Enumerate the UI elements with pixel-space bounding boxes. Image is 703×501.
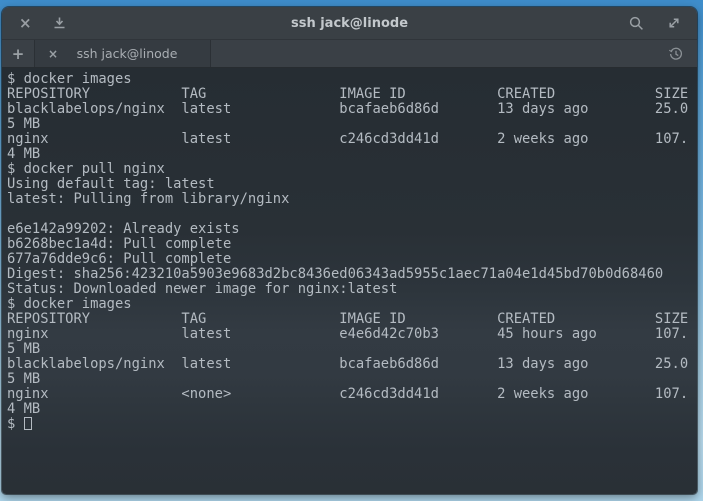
search-icon[interactable] [629,16,644,31]
desktop-background: × ssh jack@linode [0,0,703,501]
tab-bar: + × ssh jack@linode [2,40,697,68]
tab-label: ssh jack@linode [58,46,210,61]
tab-ssh-jack-linode[interactable]: × ssh jack@linode [35,40,211,67]
window-title: ssh jack@linode [2,16,697,31]
terminal-cursor [24,417,32,430]
download-icon[interactable] [53,17,66,29]
tabbar-spacer [211,40,668,67]
history-icon[interactable] [668,40,697,67]
titlebar[interactable]: × ssh jack@linode [2,7,697,40]
terminal-viewport[interactable]: $ docker images REPOSITORY TAG IMAGE ID … [2,68,697,494]
close-tab-icon[interactable]: × [35,47,58,61]
terminal-output: $ docker images REPOSITORY TAG IMAGE ID … [7,72,692,432]
expand-icon[interactable] [667,16,681,30]
close-window-icon[interactable]: × [19,16,32,31]
terminal-window: × ssh jack@linode [2,7,697,494]
terminal-output-text: $ docker images REPOSITORY TAG IMAGE ID … [7,72,688,432]
new-tab-button[interactable]: + [2,40,35,67]
